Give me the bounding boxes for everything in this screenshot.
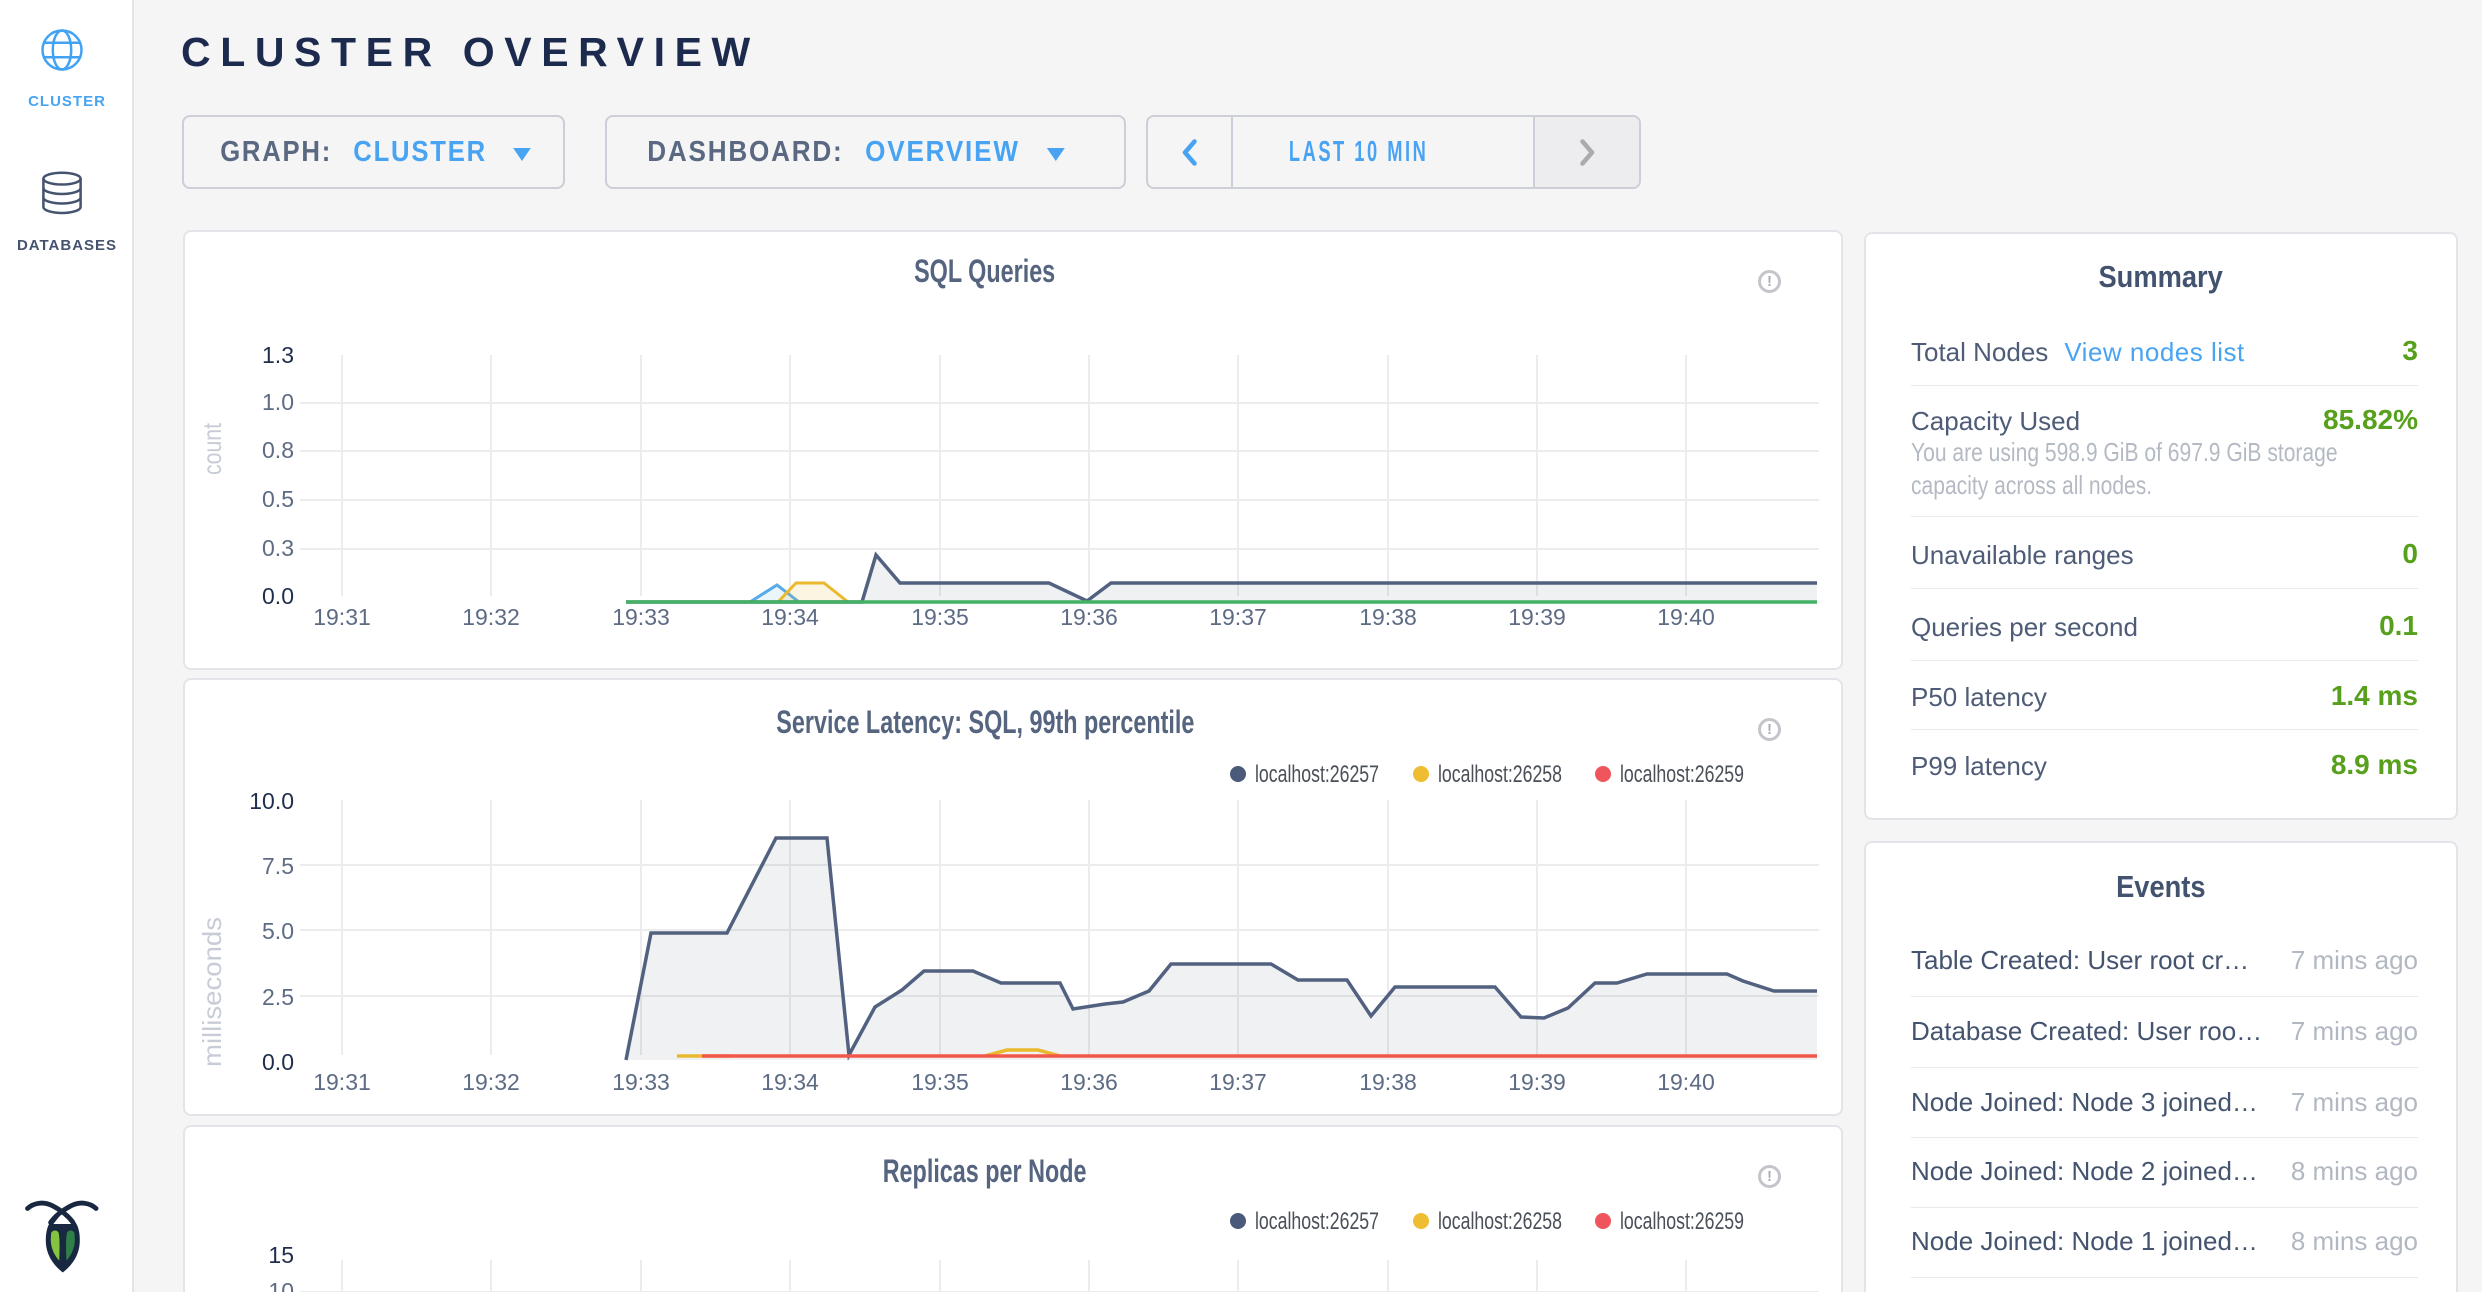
svg-text:19:39: 19:39: [1508, 604, 1566, 630]
svg-text:19:40: 19:40: [1657, 604, 1715, 630]
svg-text:19:32: 19:32: [462, 604, 520, 630]
svg-text:19:35: 19:35: [911, 604, 969, 630]
svg-text:2.5: 2.5: [262, 984, 294, 1010]
svg-text:19:36: 19:36: [1060, 1069, 1118, 1095]
svg-text:19:37: 19:37: [1209, 1069, 1267, 1095]
svg-text:0.8: 0.8: [262, 437, 294, 463]
svg-text:localhost:26257: localhost:26257: [1255, 1208, 1379, 1235]
svg-text:19:31: 19:31: [313, 604, 371, 630]
svg-text:19:31: 19:31: [313, 1069, 371, 1095]
svg-text:19:38: 19:38: [1359, 604, 1417, 630]
svg-text:19:36: 19:36: [1060, 604, 1118, 630]
svg-text:19:34: 19:34: [761, 604, 819, 630]
svg-text:7.5: 7.5: [262, 853, 294, 879]
svg-text:localhost:26258: localhost:26258: [1438, 1208, 1562, 1235]
svg-text:5.0: 5.0: [262, 918, 294, 944]
svg-text:19:33: 19:33: [612, 1069, 670, 1095]
svg-text:0.3: 0.3: [262, 535, 294, 561]
svg-text:19:40: 19:40: [1657, 1069, 1715, 1095]
svg-text:0.5: 0.5: [262, 486, 294, 512]
svg-text:0.0: 0.0: [262, 1049, 294, 1075]
svg-text:milliseconds: milliseconds: [197, 917, 227, 1067]
svg-text:1.0: 1.0: [262, 389, 294, 415]
svg-text:19:39: 19:39: [1508, 1069, 1566, 1095]
svg-text:localhost:26257: localhost:26257: [1255, 761, 1379, 788]
svg-text:19:38: 19:38: [1359, 1069, 1417, 1095]
svg-text:15: 15: [268, 1242, 294, 1268]
svg-text:count: count: [197, 422, 227, 475]
svg-text:1.3: 1.3: [262, 342, 294, 368]
svg-text:10: 10: [268, 1278, 294, 1292]
svg-text:0.0: 0.0: [262, 583, 294, 609]
svg-text:localhost:26259: localhost:26259: [1620, 1208, 1744, 1235]
svg-text:19:35: 19:35: [911, 1069, 969, 1095]
svg-text:localhost:26259: localhost:26259: [1620, 761, 1744, 788]
svg-text:19:33: 19:33: [612, 604, 670, 630]
svg-text:19:37: 19:37: [1209, 604, 1267, 630]
svg-text:10.0: 10.0: [249, 788, 294, 814]
svg-text:localhost:26258: localhost:26258: [1438, 761, 1562, 788]
svg-text:19:34: 19:34: [761, 1069, 819, 1095]
svg-text:19:32: 19:32: [462, 1069, 520, 1095]
